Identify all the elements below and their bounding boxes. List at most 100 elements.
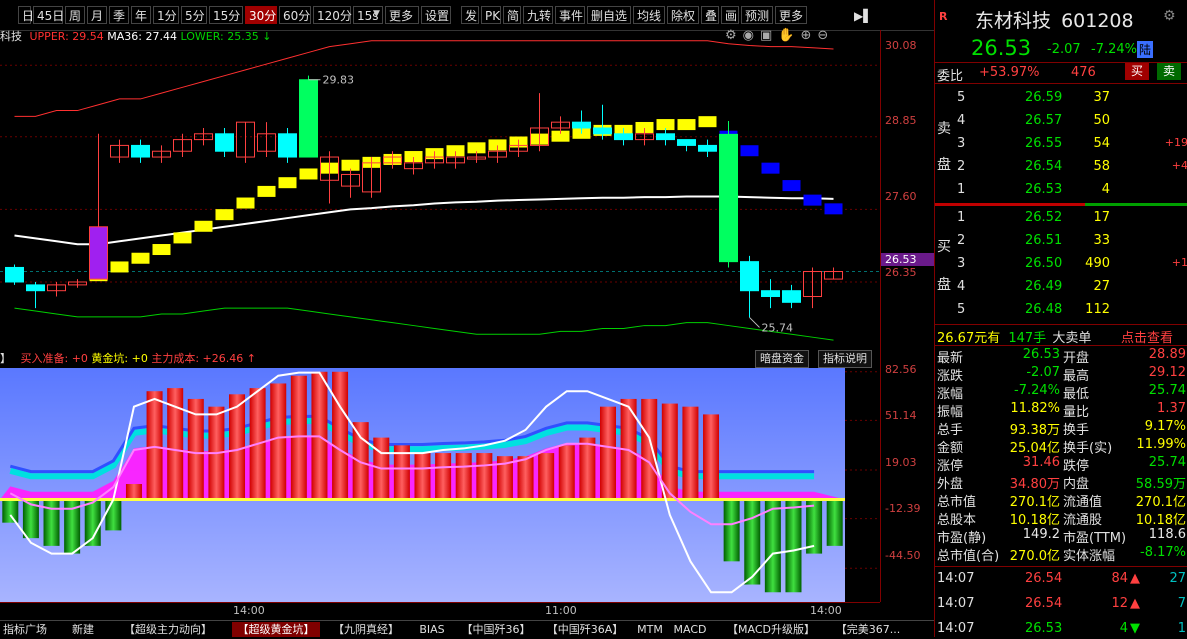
toolbar-button-15[interactable]: 发 — [461, 6, 479, 24]
asks-row[interactable]: 1 26.53 4 — [935, 182, 1187, 200]
toolbar-button-7[interactable]: 5分 — [181, 6, 207, 24]
candle-body — [782, 290, 801, 303]
tick-row: 14:07 26.53 4 1 ▼ — [935, 621, 1187, 639]
toolbar-button-21[interactable]: 均线 — [633, 6, 665, 24]
stat-row: 金额 25.04亿 换手(实) 11.99% — [935, 437, 1187, 456]
settings-icon[interactable]: ⚙ — [725, 28, 743, 43]
toolbar-button-8[interactable]: 15分 — [209, 6, 243, 24]
trend-marker — [173, 232, 192, 244]
stat-label: 跌停 — [1063, 459, 1090, 474]
toolbar-button-24[interactable]: 画 — [721, 6, 739, 24]
chevron-down-icon[interactable]: ▼ — [373, 9, 380, 19]
big-order-link[interactable]: 点击查看 — [1121, 327, 1173, 346]
buy-button[interactable]: 买 — [1125, 63, 1149, 80]
indicator-tab-10[interactable]: 【MACD升级版】 — [716, 622, 826, 637]
trend-marker — [740, 145, 759, 157]
toolbar-button-4[interactable]: 季 — [109, 6, 129, 24]
indicator-bar — [435, 453, 452, 500]
toolbar-button-18[interactable]: 九转 — [523, 6, 553, 24]
toolbar-button-11[interactable]: 120分 — [313, 6, 352, 24]
indicator-tab-11[interactable]: 【完美367... — [833, 622, 903, 637]
toolbar-button-1[interactable]: 45日 — [33, 6, 64, 24]
indicator-tab-7[interactable]: 【中国歼36A】 — [542, 622, 628, 637]
toolbar-button-13[interactable]: 更多 — [385, 6, 419, 24]
tick-count: 7 — [1177, 596, 1186, 611]
toolbar-button-9[interactable]: 30分 — [245, 6, 277, 24]
tick-price: 26.54 — [1025, 571, 1063, 586]
bids-row[interactable]: 5 26.48 112 — [935, 302, 1187, 320]
indicator-bar — [785, 499, 802, 593]
indicator-tab-9[interactable]: MACD — [672, 622, 708, 637]
indicator-tab-5[interactable]: BIAS — [414, 622, 450, 637]
candle-body — [5, 266, 24, 283]
dark-pool-button[interactable]: 暗盘资金 — [755, 350, 809, 368]
indicator-tab-4[interactable]: 【九阴真经】 — [326, 622, 406, 637]
toolbar-button-10[interactable]: 60分 — [279, 6, 311, 24]
asks-price: 26.55 — [1025, 136, 1063, 151]
settings-icon[interactable]: ⚙ — [1163, 8, 1176, 24]
big-order-row[interactable]: 26.67元有 147手 大卖单 — [937, 327, 1091, 346]
toolbar-button-16[interactable]: PK — [481, 6, 501, 24]
price-chart-panel[interactable]: 29.83 25.74 科技 UPPER: 29.54 MA36: 27.44 L… — [0, 28, 880, 348]
stat-label: 涨幅 — [937, 387, 964, 402]
toolbar-button-22[interactable]: 除权 — [667, 6, 699, 24]
tick-row: 14:07 26.54 84 27 ▲ — [935, 571, 1187, 589]
tick-volume: 4 — [1119, 621, 1128, 636]
trend-marker — [131, 252, 150, 264]
toolbar-button-5[interactable]: 年 — [131, 6, 151, 24]
indicator-panel[interactable]: 】 买入准备: +0 黄金坑: +0 主力成本: +26.46 ↑ — [0, 348, 880, 602]
toolbar-button-19[interactable]: 事件 — [555, 6, 585, 24]
toolbar-button-23[interactable]: 叠 — [701, 6, 719, 24]
toolbar-button-20[interactable]: 删自选 — [587, 6, 631, 24]
zoom-out-icon[interactable]: ⊖ — [817, 28, 834, 43]
toolbar-button-14[interactable]: 设置 — [421, 6, 451, 24]
weibi-value: +53.97% — [979, 65, 1040, 80]
indicator-tab-1[interactable]: 新建 — [58, 622, 108, 637]
bids-row[interactable]: 4 26.49 27 — [935, 279, 1187, 297]
asks-row[interactable]: 4 26.57 50 — [935, 113, 1187, 131]
stat-label: 金额 — [937, 441, 964, 456]
asks-row[interactable]: 2 26.54 58 +4 — [935, 159, 1187, 177]
stat-row: 涨幅 -7.24% 最低 25.74 — [935, 383, 1187, 402]
toolbar-button-26[interactable]: 更多 — [775, 6, 807, 24]
price-tick: 27.60 — [885, 190, 917, 203]
candle-body — [572, 121, 591, 129]
toolbar-button-2[interactable]: 周 — [65, 6, 85, 24]
toolbar-button-3[interactable]: 月 — [87, 6, 107, 24]
toolbar-button-0[interactable]: 日 — [18, 6, 34, 24]
bids-price: 26.51 — [1025, 233, 1063, 248]
legend-upper: UPPER: 29.54 — [29, 30, 104, 43]
bids-row[interactable]: 3 26.50 490 +1 — [935, 256, 1187, 274]
asks-level: 2 — [957, 159, 966, 174]
toolbar-button-17[interactable]: 简 — [503, 6, 521, 24]
stat-label: 最高 — [1063, 369, 1090, 384]
tick-count: 1 — [1177, 621, 1186, 636]
asks-row[interactable]: 5 26.59 37 — [935, 90, 1187, 108]
candle-body — [740, 261, 759, 292]
eye-icon[interactable]: ◉ — [743, 28, 760, 43]
bids-row[interactable]: 2 26.51 33 — [935, 233, 1187, 251]
indicator-tab-6[interactable]: 【中国歼36】 — [458, 622, 534, 637]
indicator-tab-3[interactable]: 【超级黄金坑】 — [232, 622, 320, 637]
asks-volume: 50 — [1093, 113, 1110, 128]
bids-row[interactable]: 1 26.52 17 — [935, 210, 1187, 228]
toolbar-button-25[interactable]: 预测 — [741, 6, 773, 24]
candle-body — [761, 290, 780, 298]
ask-book: 5 26.59 37 4 26.57 50 3 26.55 54 +19 2 26.54 58 +4 1 26… — [935, 88, 1187, 203]
candle-body — [677, 139, 696, 146]
hand-icon[interactable]: ✋ — [778, 28, 800, 43]
more-menu-icon[interactable]: ▶▌ — [850, 6, 878, 24]
trend-marker — [278, 177, 297, 189]
toolbar-button-6[interactable]: 1分 — [153, 6, 179, 24]
stat-value: 149.2 — [1022, 527, 1060, 542]
divider — [935, 83, 1187, 84]
asks-row[interactable]: 3 26.55 54 +19 — [935, 136, 1187, 154]
zoom-in-icon[interactable]: ⊕ — [800, 28, 817, 43]
indicator-tab-8[interactable]: MTM — [635, 622, 665, 637]
indicator-tab-0[interactable]: 指标广场 — [0, 622, 50, 637]
price-pct: -7.24% — [1091, 42, 1137, 57]
lock-icon[interactable]: ▣ — [760, 28, 778, 43]
sell-button[interactable]: 卖 — [1157, 63, 1181, 80]
indicator-help-button[interactable]: 指标说明 — [818, 350, 872, 368]
indicator-tab-2[interactable]: 【超级主力动向】 — [112, 622, 224, 637]
